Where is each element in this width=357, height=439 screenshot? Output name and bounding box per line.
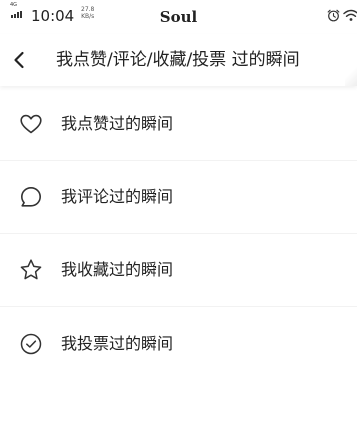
list-item-liked[interactable]: 我点赞过的瞬间 [0,88,357,161]
list-item-label: 我点赞过的瞬间 [61,114,174,133]
list-item-collected[interactable]: 我收藏过的瞬间 [0,234,357,307]
list-item-voted[interactable]: 我投票过的瞬间 [0,307,357,380]
list-item-commented[interactable]: 我评论过的瞬间 [0,161,357,234]
check-circle-icon [20,333,42,354]
header-bar: 我点赞/评论/收藏/投票 过的瞬间 [0,34,357,86]
alarm-icon [327,9,340,22]
heart-icon [20,114,42,134]
list-item-label: 我投票过的瞬间 [61,333,174,353]
app-name: Soul [159,8,198,26]
moments-list: 我点赞过的瞬间 我评论过的瞬间 我收藏过的瞬间 我投票过的瞬间 [0,88,357,380]
comment-icon [21,187,41,207]
header-shadow [345,64,357,86]
wifi-icon [343,9,357,21]
star-icon [20,259,42,280]
status-bar: 4G 10:04 27.8 KB/s Soul [0,0,357,34]
page-title: 我点赞/评论/收藏/投票 过的瞬间 [56,50,300,70]
list-item-label: 我收藏过的瞬间 [61,260,174,279]
back-arrow-icon[interactable] [8,48,32,72]
list-item-label: 我评论过的瞬间 [61,187,174,206]
screen: 4G 10:04 27.8 KB/s Soul 我点赞/评论/收藏/投票 过的瞬… [0,0,357,439]
